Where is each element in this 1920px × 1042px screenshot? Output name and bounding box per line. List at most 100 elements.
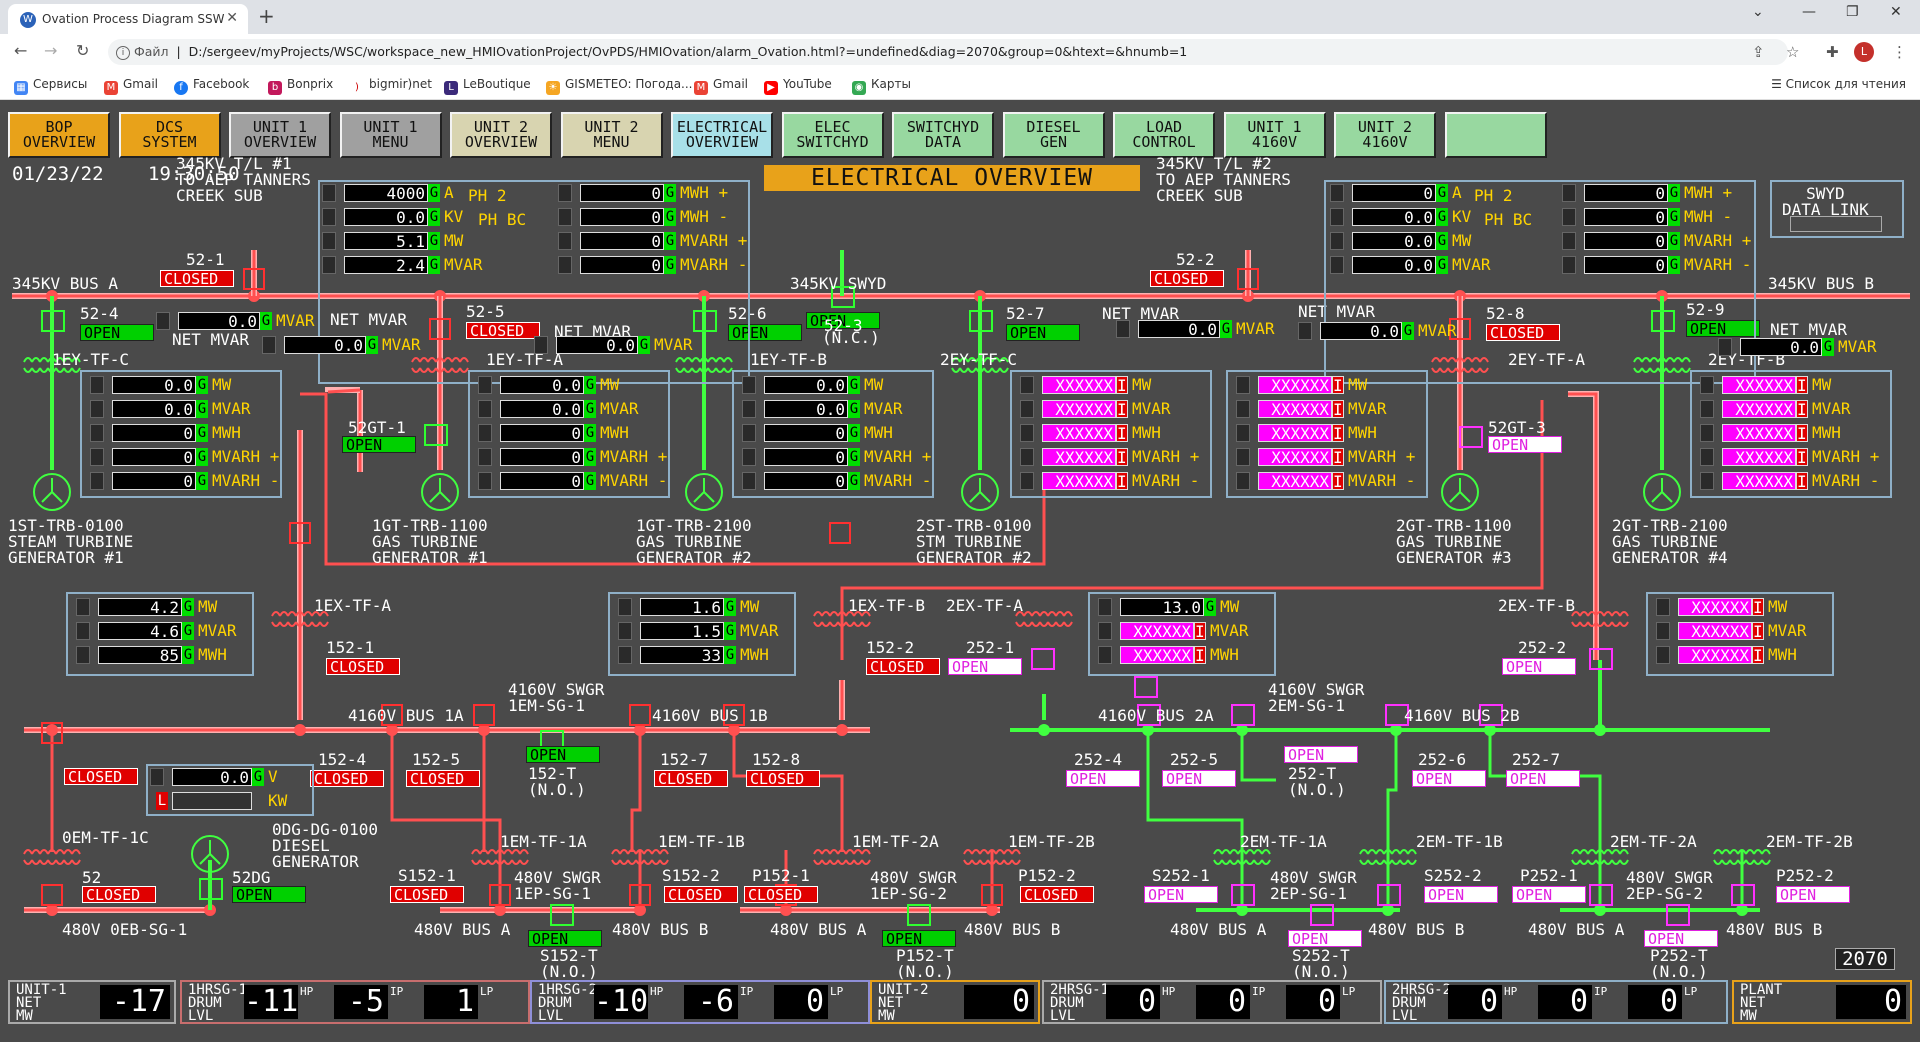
breaker-status-252-7[interactable]: OPEN (1506, 770, 1580, 788)
breaker-status-52gt-1[interactable]: OPEN (342, 436, 416, 454)
breaker-box-12[interactable] (489, 884, 511, 906)
breaker-status-52-1[interactable]: CLOSED (160, 270, 234, 288)
breaker-box-magenta-10[interactable] (1589, 884, 1613, 906)
breaker-status-252-2[interactable]: OPEN (1502, 658, 1576, 676)
transformer-icon (1047, 621, 1057, 627)
breaker-status-152-4[interactable]: CLOSED (310, 770, 384, 788)
breaker-status-p252-t[interactable]: OPEN (1644, 930, 1718, 948)
breaker-status-s152-t[interactable]: OPEN (528, 930, 602, 948)
breaker-status-s252-1[interactable]: OPEN (1144, 886, 1218, 904)
bad-quality-flag: I (1116, 376, 1128, 395)
breaker-status-152-5[interactable]: CLOSED (406, 770, 480, 788)
breaker-box-magenta-2[interactable] (1134, 676, 1158, 698)
breaker-status-p152-2[interactable]: CLOSED (1020, 886, 1094, 904)
breaker-box-magenta-8[interactable] (1231, 884, 1255, 906)
quality-flag: G (428, 232, 440, 250)
bookmark-maps[interactable]: ◉ Карты (852, 77, 911, 95)
bookmark-gmail[interactable]: M Gmail (104, 77, 158, 95)
bookmark-bonprix[interactable]: b Bonprix (268, 77, 333, 95)
share-icon[interactable]: ⇪ (1752, 43, 1765, 61)
breaker-box-magenta-1[interactable] (1589, 648, 1613, 670)
breaker-status-152-2[interactable]: CLOSED (866, 658, 940, 676)
breaker-box-magenta-9[interactable] (1377, 884, 1401, 906)
breaker-status-152-8[interactable]: CLOSED (746, 770, 820, 788)
window-close-button[interactable]: ✕ (1890, 4, 1902, 20)
breaker-status-52gt-3[interactable]: OPEN (1488, 436, 1562, 454)
breaker-status-s252-t[interactable]: OPEN (1288, 930, 1362, 948)
breaker-status-p252-1[interactable]: OPEN (1512, 886, 1586, 904)
breaker-status-252-5[interactable]: OPEN (1162, 770, 1236, 788)
site-info-icon[interactable]: i (116, 45, 130, 60)
new-tab-button[interactable]: + (258, 4, 275, 28)
reading-list[interactable]: ☰ Список для чтения (1771, 77, 1906, 91)
diagram-label-t152: 152-T (N.O.) (528, 764, 586, 799)
bookmark-services[interactable]: ▦ Сервисы (14, 77, 87, 95)
breaker-status-152-1[interactable]: CLOSED (326, 658, 400, 676)
menu-icon[interactable]: ⋮ (1892, 43, 1907, 61)
transformer-icon (1253, 859, 1263, 865)
breaker-box-13[interactable] (629, 884, 651, 906)
breaker-status-252-t[interactable]: OPEN (1284, 746, 1358, 764)
breaker-status-52-7[interactable]: OPEN (1006, 324, 1080, 342)
breaker-status-52-2[interactable]: CLOSED (1150, 270, 1224, 288)
tab-close-icon[interactable]: ✕ (226, 10, 238, 26)
breaker-box-15[interactable] (981, 884, 1003, 906)
breaker-status-52[interactable]: CLOSED (82, 886, 156, 904)
unit-label: MW (864, 375, 884, 394)
breaker-status-s152-2[interactable]: CLOSED (664, 886, 738, 904)
bookmark-gmail-2[interactable]: M Gmail (694, 77, 748, 95)
breaker-status-152-t[interactable]: OPEN (526, 746, 600, 764)
profile-avatar[interactable]: L (1854, 42, 1874, 62)
value-display: 0 (1584, 208, 1668, 226)
breaker-status-s152-1[interactable]: CLOSED (390, 886, 464, 904)
breaker-box-5[interactable] (829, 522, 851, 544)
quality-flag: G (664, 256, 676, 274)
breaker-box-green-5[interactable] (424, 424, 448, 446)
bookmark-youtube[interactable]: ▶ YouTube (764, 77, 832, 95)
breaker-status-252-6[interactable]: OPEN (1412, 770, 1486, 788)
breaker-box-magenta-13[interactable] (1666, 904, 1690, 926)
breaker-status-52dg[interactable]: OPEN (232, 886, 306, 904)
breaker-box-8[interactable] (473, 704, 495, 726)
minimize-button[interactable]: — (1802, 4, 1816, 20)
breaker-status-p152-t[interactable]: OPEN (882, 930, 956, 948)
bookmark-star-icon[interactable]: ☆ (1786, 43, 1799, 61)
breaker-box-9[interactable] (629, 704, 651, 726)
bookmark-facebook[interactable]: f Facebook (174, 77, 249, 95)
breaker-box-green-8[interactable] (550, 904, 574, 926)
tab-search-icon[interactable]: ⌄ (1752, 4, 1764, 20)
breaker-box-magenta-5[interactable] (1231, 704, 1255, 726)
browser-tab[interactable]: W Ovation Process Diagram SSW ✕ (8, 4, 248, 34)
bookmark-bigmir[interactable]: ) bigmir)net (350, 77, 432, 95)
breaker-status-52-4[interactable]: OPEN (80, 324, 154, 342)
breaker-box-4[interactable] (289, 522, 311, 544)
breaker-box-green-7[interactable] (199, 878, 223, 900)
breaker-box-green-2[interactable] (969, 310, 993, 332)
bottom-panel-label: UNIT-2 NET MW (878, 982, 929, 1024)
breaker-status-p252-2[interactable]: OPEN (1776, 886, 1850, 904)
breaker-box-magenta-11[interactable] (1731, 884, 1755, 906)
breaker-status-s252-2[interactable]: OPEN (1424, 886, 1498, 904)
breaker-box-green-9[interactable] (907, 904, 931, 926)
breaker-box-1[interactable] (1237, 268, 1259, 290)
breaker-status-p152-1[interactable]: CLOSED (744, 886, 818, 904)
bookmark-leboutique[interactable]: L LeBoutique (444, 77, 531, 95)
breaker-box-magenta-3[interactable] (1459, 426, 1483, 448)
breaker-box-magenta-0[interactable] (1031, 648, 1055, 670)
breaker-status-252-4[interactable]: OPEN (1066, 770, 1140, 788)
reload-icon[interactable]: ↻ (76, 41, 89, 60)
breaker-box-green-0[interactable] (41, 310, 65, 332)
breaker-box-11[interactable] (41, 884, 63, 906)
breaker-box-0[interactable] (243, 268, 265, 290)
back-icon[interactable]: ← (14, 41, 27, 60)
breaker-status-0em[interactable]: CLOSED (64, 768, 138, 786)
breaker-status-252-1[interactable]: OPEN (948, 658, 1022, 676)
breaker-box-6[interactable] (41, 722, 63, 744)
breaker-box-magenta-12[interactable] (1310, 904, 1334, 926)
breaker-status-152-7[interactable]: CLOSED (654, 770, 728, 788)
bookmark-gismeteo[interactable]: ☀ GISMETEO: Погода... (546, 77, 693, 95)
address-bar[interactable]: i Файл | D:/sergeev/myProjects/WSC/worksp… (108, 39, 1788, 65)
extensions-icon[interactable]: ✚ (1826, 43, 1839, 61)
forward-icon[interactable]: → (44, 41, 57, 60)
maximize-button[interactable]: ❐ (1846, 4, 1859, 20)
